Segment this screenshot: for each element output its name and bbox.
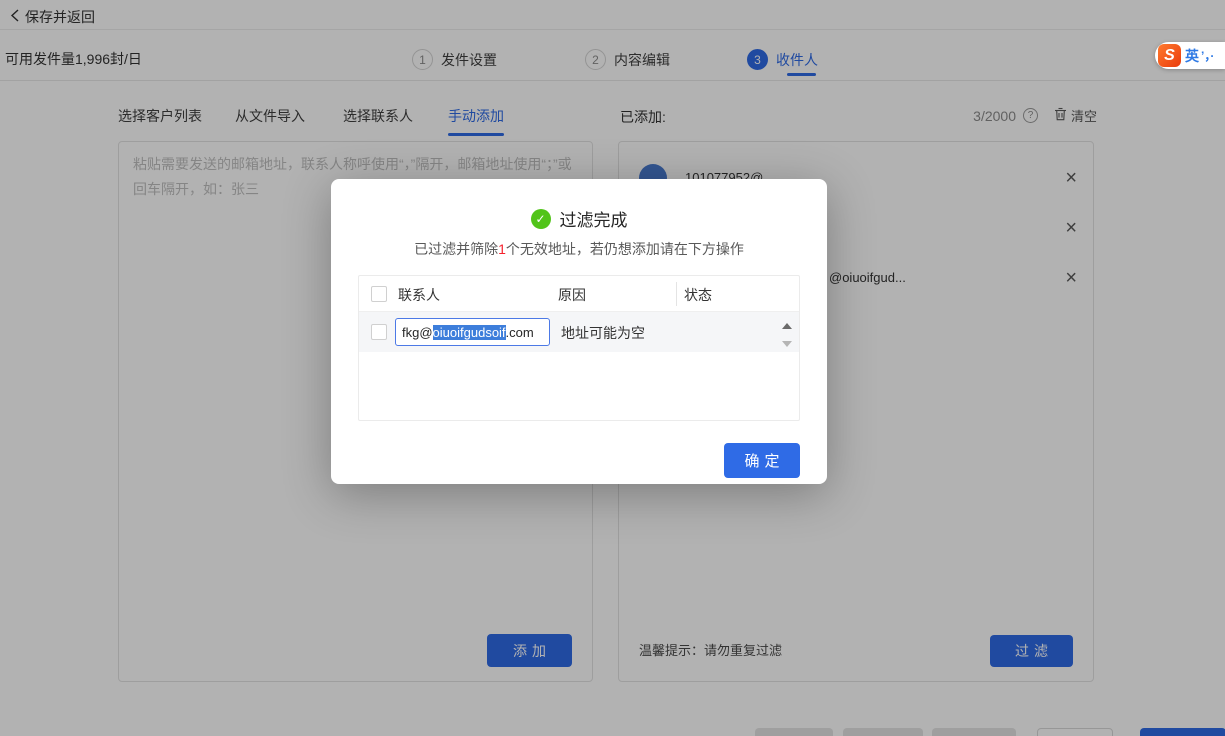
- contact-email-input[interactable]: fkg@oiuoifgudsoif.com: [395, 318, 550, 346]
- scroll-up-icon[interactable]: [782, 323, 792, 329]
- selected-text: oiuoifgudsoif: [433, 325, 506, 340]
- table-header: 联系人 原因 状态: [359, 276, 799, 312]
- filter-complete-modal: ✓ 过滤完成 已过滤并筛除1个无效地址，若仍想添加请在下方操作 联系人 原因 状…: [331, 179, 827, 484]
- ime-toolbar[interactable]: S 英 ’，·: [1155, 42, 1225, 69]
- column-status: 状态: [684, 285, 712, 305]
- column-reason: 原因: [558, 285, 586, 305]
- select-all-checkbox[interactable]: [371, 286, 387, 302]
- success-check-icon: ✓: [531, 209, 551, 229]
- scroll-down-icon[interactable]: [782, 341, 792, 347]
- ime-mode-indicator: 英: [1185, 46, 1199, 66]
- table-row: fkg@oiuoifgudsoif.com 地址可能为空: [359, 312, 799, 352]
- modal-title: 过滤完成: [560, 206, 628, 231]
- modal-subtitle: 已过滤并筛除1个无效地址，若仍想添加请在下方操作: [331, 239, 827, 259]
- ok-button[interactable]: 确定: [724, 443, 800, 478]
- ime-punctuation-indicator: ’，·: [1201, 47, 1214, 64]
- column-separator: [676, 282, 677, 306]
- invalid-address-table: 联系人 原因 状态 fkg@oiuoifgudsoif.com 地址可能为空: [358, 275, 800, 421]
- invalid-count: 1: [498, 241, 506, 257]
- row-reason: 地址可能为空: [561, 323, 645, 343]
- row-checkbox[interactable]: [371, 324, 387, 340]
- column-contact: 联系人: [398, 285, 440, 305]
- sogou-logo-icon: S: [1158, 44, 1181, 67]
